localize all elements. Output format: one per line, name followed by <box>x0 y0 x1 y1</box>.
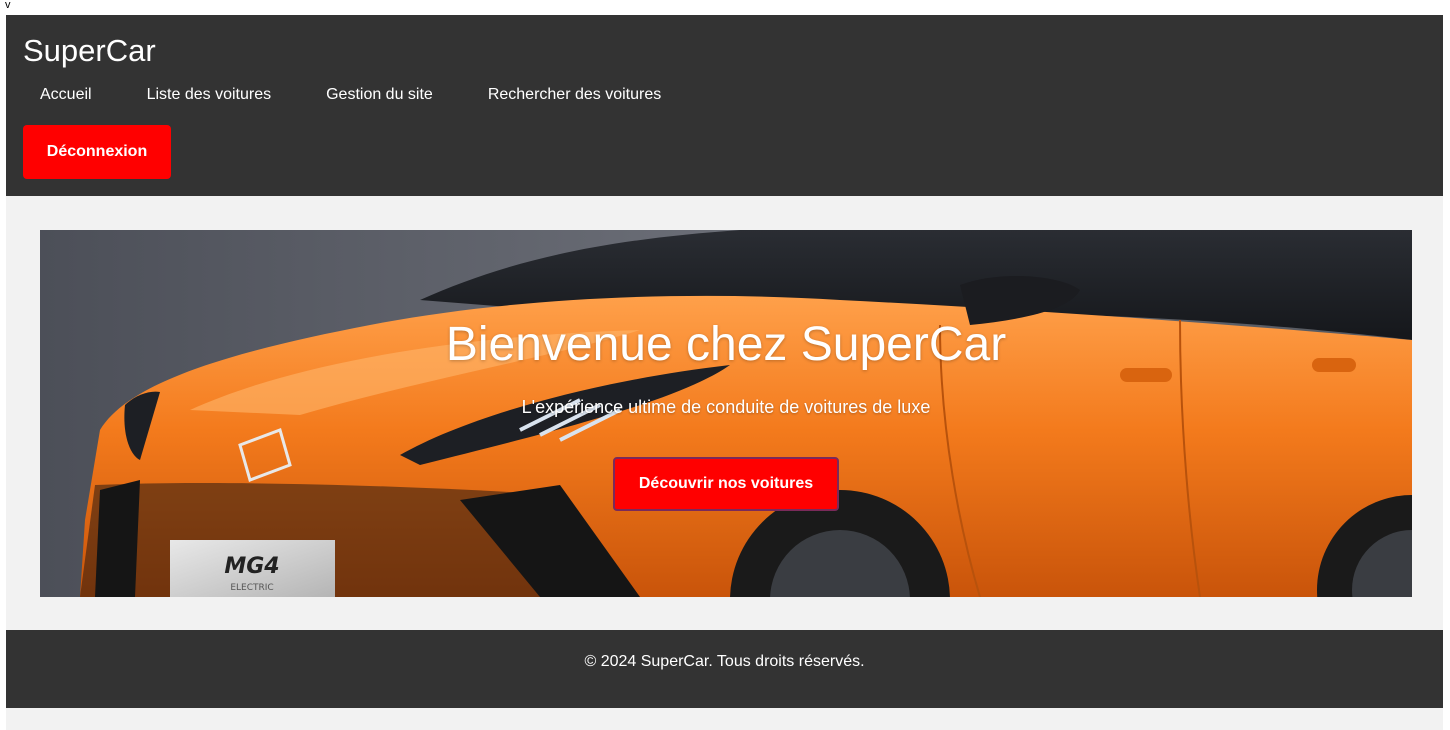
nav-link-accueil[interactable]: Accueil <box>40 85 92 105</box>
copyright-text: © 2024 SuperCar. Tous droits réservés. <box>584 653 865 670</box>
nav-link-rechercher-voitures[interactable]: Rechercher des voitures <box>488 85 661 105</box>
plate-brand: MG4 <box>224 554 279 579</box>
site-footer: © 2024 SuperCar. Tous droits réservés. <box>6 630 1443 708</box>
nav-link-liste-voitures[interactable]: Liste des voitures <box>147 85 272 105</box>
hero-banner: MG4 ELECTRIC Bienvenue chez SuperCar L'e… <box>40 230 1412 597</box>
discover-cars-button[interactable]: Découvrir nos voitures <box>613 457 839 511</box>
logout-button[interactable]: Déconnexion <box>23 125 171 179</box>
hero-title: Bienvenue chez SuperCar <box>445 318 1007 371</box>
nav-link-gestion-site[interactable]: Gestion du site <box>326 85 433 105</box>
stray-text: v <box>5 0 11 11</box>
page-frame: SuperCar Accueil Liste des voitures Gest… <box>6 15 1443 730</box>
site-header: SuperCar Accueil Liste des voitures Gest… <box>6 15 1443 196</box>
plate-sub: ELECTRIC <box>230 583 273 593</box>
site-logo[interactable]: SuperCar <box>23 33 156 69</box>
main-nav: Accueil Liste des voitures Gestion du si… <box>40 85 716 105</box>
hero-subtitle: L'expérience ultime de conduite de voitu… <box>521 397 931 417</box>
